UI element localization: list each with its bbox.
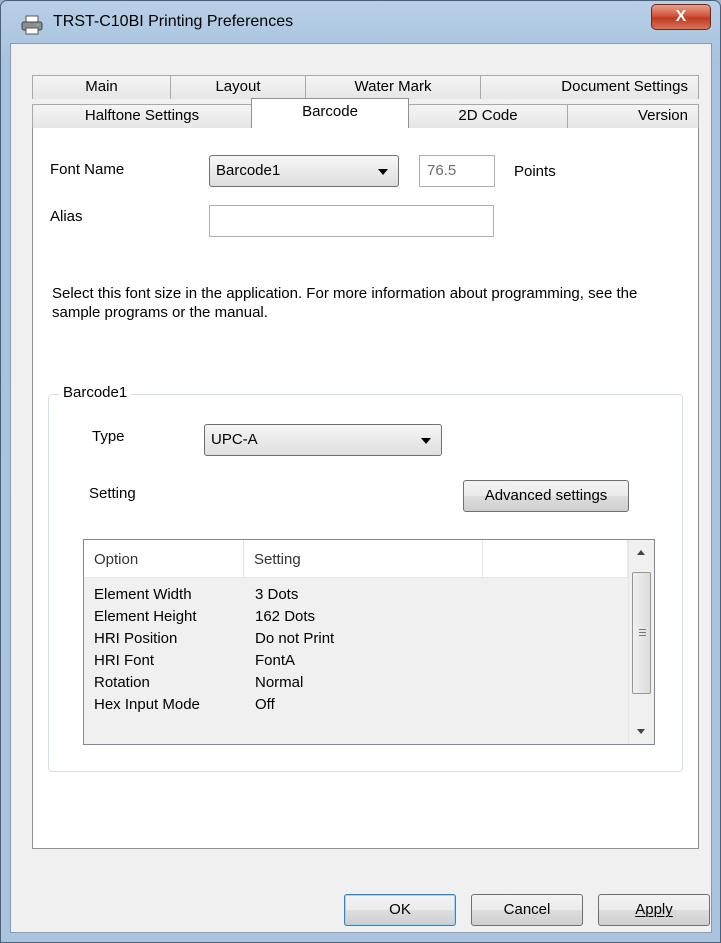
alias-input[interactable] — [209, 205, 494, 237]
type-label: Type — [92, 428, 125, 445]
list-body: Element Width 3 Dots Element Height 162 … — [84, 578, 628, 744]
setting-cell: Normal — [255, 674, 304, 691]
cancel-button[interactable]: Cancel — [471, 894, 583, 926]
tab-2d-code[interactable]: 2D Code — [408, 104, 568, 128]
type-value: UPC-A — [211, 431, 258, 448]
alias-label: Alias — [50, 208, 83, 225]
scroll-down-arrow-icon[interactable] — [637, 729, 645, 734]
setting-cell: Do not Print — [255, 630, 335, 647]
setting-cell: 3 Dots — [255, 586, 299, 603]
tab-barcode[interactable]: Barcode — [251, 98, 409, 128]
list-item[interactable]: Element Height 162 Dots — [84, 606, 628, 628]
title-bar[interactable]: TRST-C10BI Printing Preferences X — [1, 1, 720, 41]
font-name-dropdown[interactable]: Barcode1 — [209, 155, 399, 187]
option-cell: Element Height — [94, 608, 197, 625]
column-header-setting[interactable]: Setting — [244, 540, 483, 578]
font-name-label: Font Name — [50, 161, 125, 178]
apply-button[interactable]: Apply — [598, 894, 710, 926]
grip-icon — [639, 632, 646, 633]
printer-icon — [21, 15, 43, 35]
option-cell: Rotation — [94, 674, 150, 691]
advanced-settings-button[interactable]: Advanced settings — [463, 480, 629, 512]
list-item[interactable]: Hex Input Mode Off — [84, 694, 628, 716]
list-item[interactable]: HRI Position Do not Print — [84, 628, 628, 650]
list-header: Option Setting — [84, 540, 628, 578]
font-name-value: Barcode1 — [216, 162, 281, 179]
tab-document-settings[interactable]: Document Settings — [480, 75, 699, 99]
setting-cell: 162 Dots — [255, 608, 316, 625]
list-item[interactable]: Element Width 3 Dots — [84, 584, 628, 606]
points-label: Points — [514, 163, 556, 180]
tab-layout[interactable]: Layout — [170, 75, 306, 99]
list-item[interactable]: HRI Font FontA — [84, 650, 628, 672]
apply-label: Apply — [635, 901, 673, 918]
option-cell: Hex Input Mode — [94, 696, 200, 713]
chevron-down-icon — [421, 438, 431, 444]
list-item[interactable]: Rotation Normal — [84, 672, 628, 694]
setting-cell: FontA — [255, 652, 296, 669]
info-text: Select this font size in the application… — [52, 285, 638, 321]
ok-button[interactable]: OK — [344, 894, 456, 926]
points-field: 76.5 — [419, 155, 495, 187]
list-scrollbar[interactable] — [628, 540, 654, 744]
tab-halftone-settings[interactable]: Halftone Settings — [32, 104, 252, 128]
grip-icon — [639, 629, 646, 630]
column-header-blank[interactable] — [483, 540, 628, 578]
tab-water-mark[interactable]: Water Mark — [305, 75, 481, 99]
close-button[interactable]: X — [651, 4, 711, 30]
window-title: TRST-C10BI Printing Preferences — [53, 13, 294, 30]
groupbox-title: Barcode1 — [59, 384, 132, 401]
barcode-settings-list[interactable]: Option Setting Element Width 3 Dots Elem… — [83, 539, 655, 745]
setting-label: Setting — [89, 485, 136, 502]
column-header-option[interactable]: Option — [84, 540, 244, 578]
setting-cell: Off — [255, 696, 275, 713]
tab-version[interactable]: Version — [567, 104, 699, 128]
tab-main[interactable]: Main — [32, 75, 171, 99]
grip-icon — [639, 635, 646, 636]
scroll-up-arrow-icon[interactable] — [637, 550, 645, 555]
option-cell: HRI Position — [94, 630, 178, 647]
scrollbar-thumb[interactable] — [632, 572, 651, 694]
option-cell: HRI Font — [94, 652, 155, 669]
option-cell: Element Width — [94, 586, 192, 603]
dialog-window: TRST-C10BI Printing Preferences X Main L… — [0, 0, 721, 943]
chevron-down-icon — [378, 169, 388, 175]
type-dropdown[interactable]: UPC-A — [204, 424, 442, 456]
